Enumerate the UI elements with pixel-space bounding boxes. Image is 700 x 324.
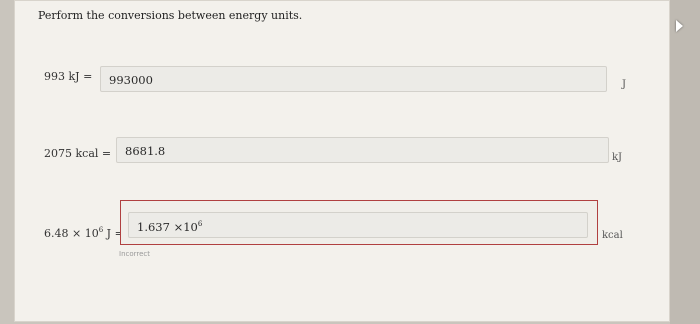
row3-label: 6.48 × 106 J =: [44, 226, 124, 240]
mouse-cursor-icon: [676, 20, 683, 32]
question-prompt: Perform the conversions between energy u…: [38, 9, 303, 22]
row1-answer-input[interactable]: 993000: [100, 66, 607, 92]
background-strip: [670, 0, 700, 324]
row3-answer-input[interactable]: 1.637 ×106: [128, 212, 588, 238]
row3-answer-mantissa: 1.637 ×10: [137, 220, 198, 234]
row2-label: 2075 kcal =: [44, 147, 112, 160]
row2-answer-input[interactable]: 8681.8: [116, 137, 609, 163]
row2-unit: kJ: [612, 152, 623, 163]
row3-label-mantissa: 6.48 × 10: [44, 227, 99, 240]
incorrect-feedback: Incorrect: [119, 250, 151, 258]
row3-answer-exponent: 6: [197, 220, 203, 228]
row1-unit: J: [622, 79, 627, 90]
row1-label: 993 kJ =: [44, 70, 93, 83]
row3-unit: kcal: [602, 230, 623, 241]
